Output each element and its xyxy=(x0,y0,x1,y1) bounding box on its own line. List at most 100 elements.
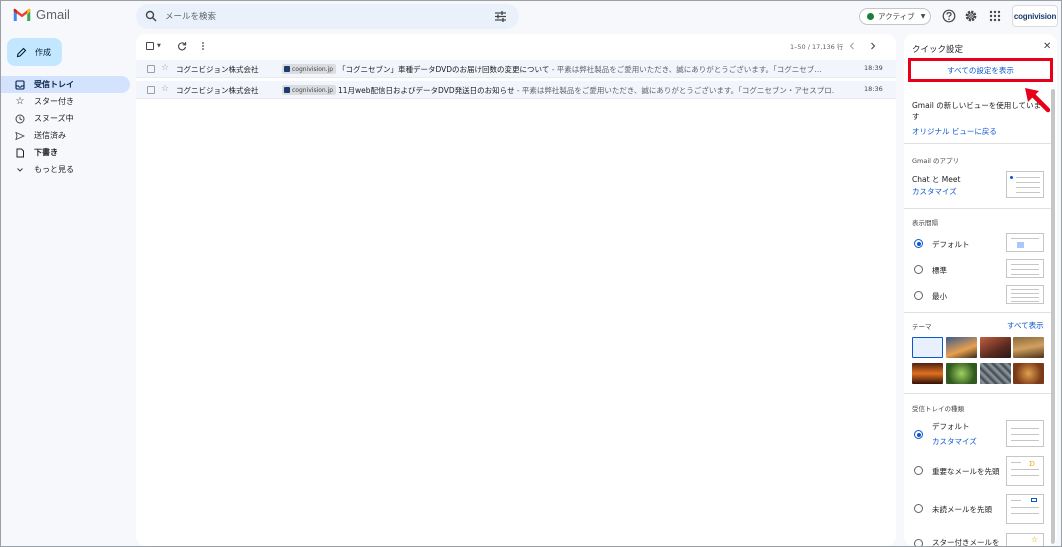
search-icon[interactable] xyxy=(145,10,157,22)
inbox-icon xyxy=(15,79,25,90)
inbox-unread-label: 未読メールを先頭 xyxy=(932,505,992,514)
refresh-icon[interactable] xyxy=(177,40,187,52)
panel-scrollbar[interactable] xyxy=(1051,89,1055,544)
theme-swatch[interactable] xyxy=(912,363,943,384)
revert-view-link[interactable]: オリジナル ビューに戻る xyxy=(912,126,997,137)
inbox-default-preview xyxy=(1006,420,1044,447)
star-icon[interactable]: ☆ xyxy=(161,84,169,94)
file-icon xyxy=(16,148,24,157)
gmail-logo[interactable]: Gmail xyxy=(13,7,70,22)
density-comfortable-radio[interactable] xyxy=(914,265,923,274)
search-input[interactable] xyxy=(165,8,465,25)
mail-list-panel: ▼ 1–50 / 17,136 行 ☆ コグニビジョン株式会社 cognivis… xyxy=(136,34,896,546)
sidebar-item-label: 送信済み xyxy=(34,131,66,140)
status-selector[interactable]: アクティブ ▼ xyxy=(859,8,931,25)
email-subject: 11月web配信日およびデータDVD発送日のお知らせ xyxy=(338,86,515,95)
sidebar-nav: 受信トレイ ☆ スター付き スヌーズ中 送信済み 下書き もっと見る xyxy=(1,76,131,178)
email-row[interactable]: ☆ コグニビジョン株式会社 cognivision.jp 11月web配信日およ… xyxy=(136,81,896,99)
inbox-important-radio[interactable] xyxy=(914,466,923,475)
settings-gear-icon[interactable] xyxy=(964,9,978,23)
select-all-checkbox[interactable]: ▼ xyxy=(146,40,161,52)
inbox-unread-radio[interactable] xyxy=(914,504,923,513)
theme-swatch[interactable] xyxy=(1013,363,1044,384)
email-label-chip[interactable]: cognivision.jp xyxy=(282,85,337,95)
sidebar-item-more[interactable]: もっと見る xyxy=(1,161,130,178)
sidebar-item-sent[interactable]: 送信済み xyxy=(1,127,130,144)
label-icon xyxy=(284,87,290,93)
apps-grid-icon[interactable] xyxy=(988,9,1002,23)
pencil-icon xyxy=(16,47,27,57)
divider xyxy=(904,393,1051,394)
chevron-left-icon[interactable] xyxy=(848,40,856,52)
help-icon[interactable] xyxy=(942,9,956,23)
theme-swatch[interactable] xyxy=(980,363,1011,384)
row-checkbox[interactable] xyxy=(147,65,155,73)
chevron-down-icon: ▼ xyxy=(920,13,926,20)
inbox-default-radio[interactable] xyxy=(914,430,923,439)
divider xyxy=(904,143,1051,144)
email-sender: コグニビジョン株式会社 xyxy=(176,86,259,95)
apps-customize-link[interactable]: カスタマイズ xyxy=(912,186,957,197)
sidebar-item-label: スター付き xyxy=(34,97,74,106)
sidebar-item-label: 下書き xyxy=(34,148,58,157)
see-all-settings-button[interactable]: すべての設定を表示 xyxy=(908,58,1053,82)
account-avatar[interactable]: cognivision xyxy=(1012,5,1058,27)
density-comfortable-label: 標準 xyxy=(932,266,947,275)
gmail-logo-icon xyxy=(13,8,31,21)
sidebar-item-starred[interactable]: ☆ スター付き xyxy=(1,93,130,110)
pagination-count: 1–50 / 17,136 行 xyxy=(790,43,844,51)
apps-heading: Gmail のアプリ xyxy=(912,157,960,165)
email-date: 18:39 xyxy=(864,64,883,72)
sidebar-item-label: スヌーズ中 xyxy=(34,114,74,123)
account-logo-text: cognivision xyxy=(1013,11,1057,21)
density-default-label: デフォルト xyxy=(932,240,970,249)
inbox-unread-preview xyxy=(1006,494,1044,524)
search-options-icon[interactable] xyxy=(494,10,507,23)
sidebar-item-drafts[interactable]: 下書き xyxy=(1,144,130,161)
row-checkbox[interactable] xyxy=(147,86,155,94)
inbox-starred-radio[interactable] xyxy=(914,539,923,546)
caret-down-icon: ▼ xyxy=(157,43,161,49)
email-label-chip[interactable]: cognivision.jp xyxy=(282,64,337,74)
inbox-important-label: 重要なメールを先頭 xyxy=(932,467,1000,476)
density-default-radio[interactable] xyxy=(914,239,923,248)
chat-meet-label: Chat と Meet xyxy=(912,175,961,184)
inbox-type-heading: 受信トレイの種類 xyxy=(912,405,964,413)
theme-see-all-link[interactable]: すべて表示 xyxy=(1007,320,1044,331)
sidebar-item-label: もっと見る xyxy=(34,165,74,174)
density-comfortable-preview xyxy=(1006,259,1044,278)
email-label-text: cognivision.jp xyxy=(292,65,334,73)
density-compact-radio[interactable] xyxy=(914,291,923,300)
sidebar-item-inbox[interactable]: 受信トレイ xyxy=(1,76,130,93)
label-icon xyxy=(284,66,290,72)
inbox-important-preview: ᗤ xyxy=(1006,456,1044,486)
email-snippet: - 平素は弊社製品をご愛用いただき、誠にありがとうございます。「コグニセブン・ア… xyxy=(514,86,834,95)
star-icon[interactable]: ☆ xyxy=(161,63,169,73)
theme-swatch[interactable] xyxy=(946,337,977,358)
inbox-starred-preview: ☆ xyxy=(1006,533,1044,546)
search-bar[interactable] xyxy=(136,4,519,29)
theme-swatch[interactable] xyxy=(1013,337,1044,358)
annotation-arrow-icon xyxy=(1025,88,1050,113)
theme-swatch[interactable] xyxy=(980,337,1011,358)
email-row[interactable]: ☆ コグニビジョン株式会社 cognivision.jp 「コグニセブン」車種デ… xyxy=(136,60,896,78)
theme-swatch[interactable] xyxy=(946,363,977,384)
compose-button[interactable]: 作成 xyxy=(7,38,62,66)
chevron-right-icon[interactable] xyxy=(869,40,877,52)
inbox-starred-label: スター付きメールを xyxy=(932,538,1000,546)
chevron-down-icon xyxy=(17,167,23,172)
email-subject: 「コグニセブン」車種データDVDのお届け回数の変更について xyxy=(338,65,550,74)
close-icon[interactable]: ✕ xyxy=(1043,41,1051,52)
email-subject-line: 「コグニセブン」車種データDVDのお届け回数の変更について - 平素は弊社製品を… xyxy=(338,64,834,75)
star-icon: ☆ xyxy=(15,96,25,107)
density-compact-label: 最小 xyxy=(932,292,947,301)
more-vert-icon[interactable] xyxy=(200,40,206,52)
email-label-text: cognivision.jp xyxy=(292,86,334,94)
email-date: 18:36 xyxy=(864,85,883,93)
inbox-customize-link[interactable]: カスタマイズ xyxy=(932,436,977,447)
theme-default-swatch[interactable] xyxy=(912,337,943,358)
sidebar-item-snoozed[interactable]: スヌーズ中 xyxy=(1,110,130,127)
theme-heading: テーマ xyxy=(912,323,932,331)
gmail-logo-text: Gmail xyxy=(36,7,70,22)
status-dot xyxy=(867,13,874,20)
